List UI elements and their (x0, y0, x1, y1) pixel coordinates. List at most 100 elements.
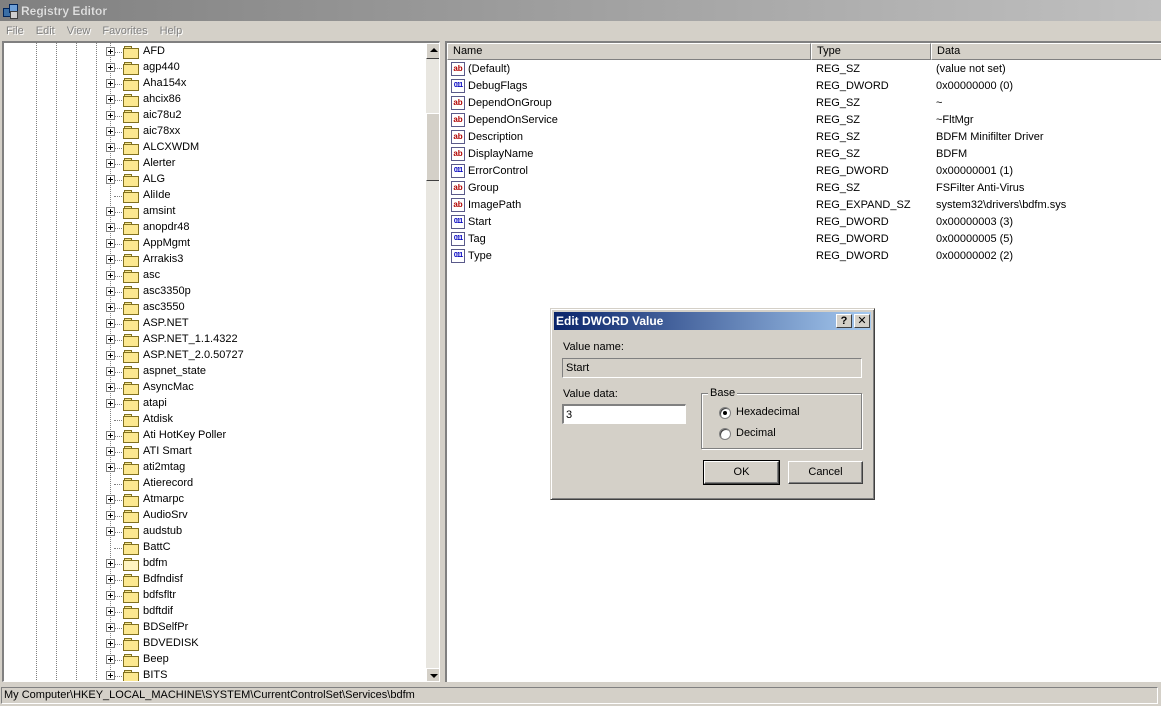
tree-item-label[interactable]: audstub (143, 525, 182, 537)
key-tree-pane[interactable]: AFD agp440 Aha154x ahcix86 aic78u2 aic78xx ALC… (2, 41, 440, 682)
tree-item-label[interactable]: Atdisk (143, 413, 173, 425)
expand-plus-icon[interactable] (106, 655, 115, 664)
expand-plus-icon[interactable] (106, 95, 115, 104)
expand-plus-icon[interactable] (106, 559, 115, 568)
window-titlebar[interactable]: Registry Editor (0, 0, 1161, 21)
scroll-thumb[interactable] (426, 113, 439, 181)
tree-item-label[interactable]: asc3550 (143, 301, 185, 313)
tree-item-label[interactable]: aic78xx (143, 125, 180, 137)
value-row[interactable]: ab ImagePath REG_EXPAND_SZ system32\drivers… (447, 197, 1161, 214)
expand-plus-icon[interactable] (106, 463, 115, 472)
tree-item[interactable]: ati2mtag (4, 460, 422, 476)
tree-item[interactable]: Aha154x (4, 76, 422, 92)
value-row[interactable]: ab (Default) REG_SZ (value not set) (447, 61, 1161, 78)
tree-item-label[interactable]: aic78u2 (143, 109, 182, 121)
value-row[interactable]: ab DependOnGroup REG_SZ ~ (447, 95, 1161, 112)
tree-item[interactable]: aic78xx (4, 124, 422, 140)
tree-item-label[interactable]: ahcix86 (143, 93, 181, 105)
expand-plus-icon[interactable] (106, 447, 115, 456)
menu-edit[interactable]: Edit (30, 25, 61, 37)
expand-plus-icon[interactable] (106, 671, 115, 680)
tree-item[interactable]: ASP.NET_2.0.50727 (4, 348, 422, 364)
tree-item[interactable]: BDSelfPr (4, 620, 422, 636)
tree-item-label[interactable]: BITS (143, 669, 167, 681)
tree-item[interactable]: Bdfndisf (4, 572, 422, 588)
tree-item[interactable]: Atierecord (4, 476, 422, 492)
expand-plus-icon[interactable] (106, 207, 115, 216)
tree-item[interactable]: AliIde (4, 188, 422, 204)
tree-item-label[interactable]: ASP.NET_1.1.4322 (143, 333, 238, 345)
tree-item[interactable]: Atmarpc (4, 492, 422, 508)
expand-plus-icon[interactable] (106, 255, 115, 264)
expand-plus-icon[interactable] (106, 607, 115, 616)
tree-item[interactable]: atapi (4, 396, 422, 412)
tree-item[interactable]: ASP.NET_1.1.4322 (4, 332, 422, 348)
tree-item[interactable]: asc3350p (4, 284, 422, 300)
tree-item-label[interactable]: amsint (143, 205, 175, 217)
cancel-button[interactable]: Cancel (788, 461, 863, 484)
tree-item-label[interactable]: ALG (143, 173, 165, 185)
tree-item-label[interactable]: BDVEDISK (143, 637, 199, 649)
expand-plus-icon[interactable] (106, 79, 115, 88)
column-header-type[interactable]: Type (811, 43, 931, 60)
expand-plus-icon[interactable] (106, 47, 115, 56)
expand-plus-icon[interactable] (106, 383, 115, 392)
expand-plus-icon[interactable] (106, 623, 115, 632)
tree-item-label[interactable]: AudioSrv (143, 509, 188, 521)
tree-item[interactable]: agp440 (4, 60, 422, 76)
tree-item-label[interactable]: bdfm (143, 557, 167, 569)
expand-plus-icon[interactable] (106, 239, 115, 248)
tree-item[interactable]: ATI Smart (4, 444, 422, 460)
expand-plus-icon[interactable] (106, 319, 115, 328)
decimal-radio[interactable] (719, 428, 731, 440)
menu-view[interactable]: View (61, 25, 97, 37)
tree-item-label[interactable]: Alerter (143, 157, 175, 169)
tree-item[interactable]: AppMgmt (4, 236, 422, 252)
tree-scrollbar[interactable] (426, 43, 439, 681)
help-button[interactable]: ? (836, 314, 852, 328)
tree-item[interactable]: Atdisk (4, 412, 422, 428)
expand-plus-icon[interactable] (106, 287, 115, 296)
tree-item[interactable]: anopdr48 (4, 220, 422, 236)
tree-item-label[interactable]: AFD (143, 45, 165, 57)
tree-item-label[interactable]: AliIde (143, 189, 171, 201)
expand-plus-icon[interactable] (106, 63, 115, 72)
expand-plus-icon[interactable] (106, 223, 115, 232)
expand-plus-icon[interactable] (106, 127, 115, 136)
tree-item-label[interactable]: Ati HotKey Poller (143, 429, 226, 441)
tree-item[interactable]: bdfsfltr (4, 588, 422, 604)
value-row[interactable]: ab DisplayName REG_SZ BDFM (447, 146, 1161, 163)
expand-plus-icon[interactable] (106, 399, 115, 408)
tree-item[interactable]: asc (4, 268, 422, 284)
expand-plus-icon[interactable] (106, 511, 115, 520)
tree-item[interactable]: AFD (4, 44, 422, 60)
ok-button[interactable]: OK (703, 460, 780, 485)
value-row[interactable]: ab DependOnService REG_SZ ~FltMgr (447, 112, 1161, 129)
tree-item-label[interactable]: atapi (143, 397, 167, 409)
tree-item[interactable]: BITS (4, 668, 422, 681)
expand-plus-icon[interactable] (106, 303, 115, 312)
expand-plus-icon[interactable] (106, 335, 115, 344)
tree-item-label[interactable]: Aha154x (143, 77, 186, 89)
tree-item-label[interactable]: ASP.NET (143, 317, 189, 329)
tree-item[interactable]: amsint (4, 204, 422, 220)
value-data-input[interactable] (562, 404, 686, 424)
menu-favorites[interactable]: Favorites (96, 25, 153, 37)
tree-item-label[interactable]: Arrakis3 (143, 253, 183, 265)
tree-item[interactable]: Alerter (4, 156, 422, 172)
value-row[interactable]: 011 DebugFlags REG_DWORD 0x00000000 (0) (447, 78, 1161, 95)
tree-item[interactable]: Ati HotKey Poller (4, 428, 422, 444)
hexadecimal-label[interactable]: Hexadecimal (736, 406, 800, 418)
tree-item-label[interactable]: Bdfndisf (143, 573, 183, 585)
tree-item[interactable]: Beep (4, 652, 422, 668)
tree-item-label[interactable]: asc (143, 269, 160, 281)
tree-item-label[interactable]: bdfsfltr (143, 589, 176, 601)
tree-item[interactable]: bdftdif (4, 604, 422, 620)
value-row[interactable]: ab Group REG_SZ FSFilter Anti-Virus (447, 180, 1161, 197)
tree-item[interactable]: ASP.NET (4, 316, 422, 332)
tree-item-label[interactable]: ATI Smart (143, 445, 192, 457)
tree-item-label[interactable]: Beep (143, 653, 169, 665)
expand-plus-icon[interactable] (106, 271, 115, 280)
tree-item[interactable]: ALCXWDM (4, 140, 422, 156)
scroll-down-button[interactable] (426, 668, 439, 681)
